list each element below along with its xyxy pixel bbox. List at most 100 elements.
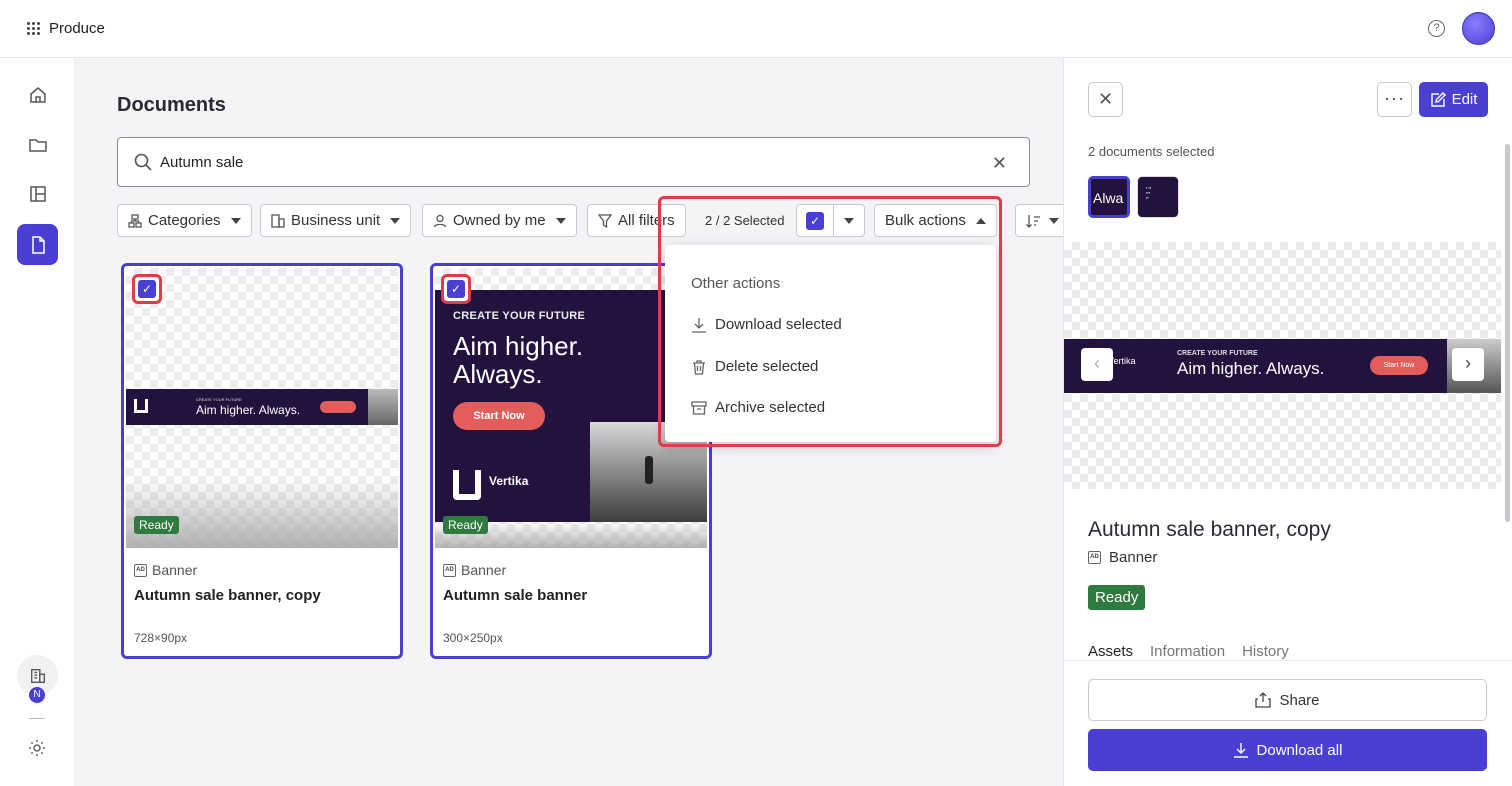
document-dimensions: 728×90px <box>134 631 188 645</box>
checkmark-icon: ✓ <box>447 280 465 298</box>
thumbnail-text: ▪ ▪▪ ▪▪▪ ▪▪ <box>1146 185 1152 200</box>
next-arrow-button[interactable]: › <box>1452 348 1484 381</box>
document-type-label: Banner <box>461 562 507 578</box>
tab-assets[interactable]: Assets <box>1088 643 1133 660</box>
status-badge: Ready <box>134 516 179 534</box>
document-card[interactable]: CREATE YOUR FUTURE Aim higher. Always. ✓… <box>121 263 403 659</box>
edit-button[interactable]: Edit <box>1419 82 1488 117</box>
filter-owned-by-me[interactable]: Owned by me <box>422 204 577 237</box>
close-icon: ✕ <box>1097 89 1114 109</box>
building-icon <box>30 668 45 683</box>
document-thumbnail: CREATE YOUR FUTURE Aim higher. Always. <box>126 268 398 548</box>
ad-icon: AD <box>134 563 147 577</box>
banner-kicker: CREATE YOUR FUTURE <box>453 310 586 322</box>
document-type: AD Banner <box>1088 549 1157 566</box>
brand-logo-icon <box>134 399 148 413</box>
card-checkbox[interactable]: ✓ <box>132 274 162 304</box>
top-bar: Produce ? <box>0 0 1512 58</box>
building-icon <box>271 213 285 228</box>
download-icon <box>1233 743 1248 758</box>
search-icon <box>134 153 152 171</box>
chevron-down-icon <box>555 217 566 224</box>
card-checkbox[interactable]: ✓ <box>441 274 471 304</box>
filter-business-unit[interactable]: Business unit <box>260 204 412 237</box>
sort-button[interactable] <box>1015 204 1063 237</box>
avatar[interactable] <box>1462 12 1495 45</box>
selected-thumbnail[interactable]: ▪ ▪▪ ▪▪▪ ▪▪ <box>1137 176 1179 218</box>
banner-preview: Vertika CREATE YOUR FUTURE Aim higher. A… <box>1064 339 1501 393</box>
chevron-left-icon: ‹ <box>1094 353 1100 373</box>
banner-photo <box>368 389 398 425</box>
home-icon <box>29 86 46 103</box>
layout-icon <box>29 185 46 202</box>
document-dimensions: 300×250px <box>443 631 503 645</box>
banner-kicker: CREATE YOUR FUTURE <box>196 397 242 402</box>
chevron-down-icon <box>1049 218 1059 224</box>
previous-arrow-button[interactable]: ‹ <box>1081 348 1113 381</box>
banner-headline: Aim higher. Always. <box>196 403 301 417</box>
nav-documents-button[interactable] <box>17 224 58 265</box>
banner-preview: CREATE YOUR FUTURE Aim higher. Always. <box>126 389 398 425</box>
funnel-icon <box>598 213 612 228</box>
nav-templates-button[interactable] <box>17 173 58 214</box>
app-name[interactable]: Produce <box>49 20 105 37</box>
edit-icon <box>1430 91 1446 107</box>
search-value: Autumn sale <box>160 154 244 171</box>
nav-folders-button[interactable] <box>17 124 58 165</box>
selected-thumbnail[interactable]: Alwa <box>1088 176 1130 218</box>
help-icon[interactable]: ? <box>1428 20 1445 37</box>
user-icon <box>433 214 447 227</box>
tab-information[interactable]: Information <box>1150 643 1225 660</box>
nav-home-button[interactable] <box>17 74 58 115</box>
clear-search-icon[interactable]: ✕ <box>992 153 1007 174</box>
ad-icon: AD <box>443 563 456 577</box>
banner-cta: Start Now <box>453 402 545 430</box>
share-button[interactable]: Share <box>1088 679 1487 721</box>
document-preview: Vertika CREATE YOUR FUTURE Aim higher. A… <box>1064 242 1501 489</box>
panel-tabs: Assets Information History <box>1088 643 1289 660</box>
download-all-button[interactable]: Download all <box>1088 729 1487 771</box>
search-input[interactable]: Autumn sale ✕ <box>117 137 1030 187</box>
document-type: AD Banner <box>134 562 197 578</box>
menu-highlight-frame <box>658 196 1002 447</box>
brand-name: Vertika <box>489 474 529 488</box>
org-badge: N <box>29 687 45 703</box>
download-all-label: Download all <box>1256 741 1343 759</box>
document-title: Autumn sale banner, copy <box>1088 518 1331 541</box>
app-switcher-icon[interactable] <box>27 22 41 36</box>
panel-scrollbar[interactable] <box>1505 144 1510 522</box>
folder-icon <box>28 138 47 152</box>
status-badge: Ready <box>1088 585 1146 610</box>
filter-label: Categories <box>148 212 221 229</box>
thumb-fade <box>126 478 398 548</box>
gear-icon[interactable] <box>27 738 47 758</box>
checkmark-icon: ✓ <box>138 280 156 298</box>
banner-kicker: CREATE YOUR FUTURE <box>1177 350 1258 357</box>
filter-label: Business unit <box>291 212 381 229</box>
document-type-label: Banner <box>152 562 198 578</box>
filter-categories[interactable]: Categories <box>117 204 252 237</box>
left-nav: N <box>0 58 75 786</box>
share-label: Share <box>1279 691 1320 709</box>
document-type-label: Banner <box>1109 549 1158 566</box>
chevron-right-icon: › <box>1465 353 1471 373</box>
status-badge: Ready <box>443 516 488 534</box>
more-options-button[interactable]: ··· <box>1377 82 1412 117</box>
banner-headline: Aim higher. Always. <box>1177 359 1325 378</box>
more-icon: ··· <box>1384 88 1405 108</box>
tab-history[interactable]: History <box>1242 643 1289 660</box>
chevron-down-icon <box>230 217 241 224</box>
document-name: Autumn sale banner, copy <box>134 587 321 604</box>
chevron-down-icon <box>390 217 401 224</box>
edit-label: Edit <box>1451 91 1478 108</box>
brand-logo-icon <box>453 470 481 500</box>
details-panel: ✕ ··· Edit 2 documents selected Alwa ▪ ▪… <box>1063 58 1512 786</box>
document-name: Autumn sale banner <box>443 587 588 604</box>
filter-label: Owned by me <box>453 212 546 229</box>
page-title: Documents <box>117 94 226 116</box>
document-type: AD Banner <box>443 562 506 578</box>
banner-cta <box>320 401 356 413</box>
document-icon <box>31 235 45 254</box>
close-panel-button[interactable]: ✕ <box>1088 82 1123 117</box>
categories-icon <box>128 213 142 228</box>
